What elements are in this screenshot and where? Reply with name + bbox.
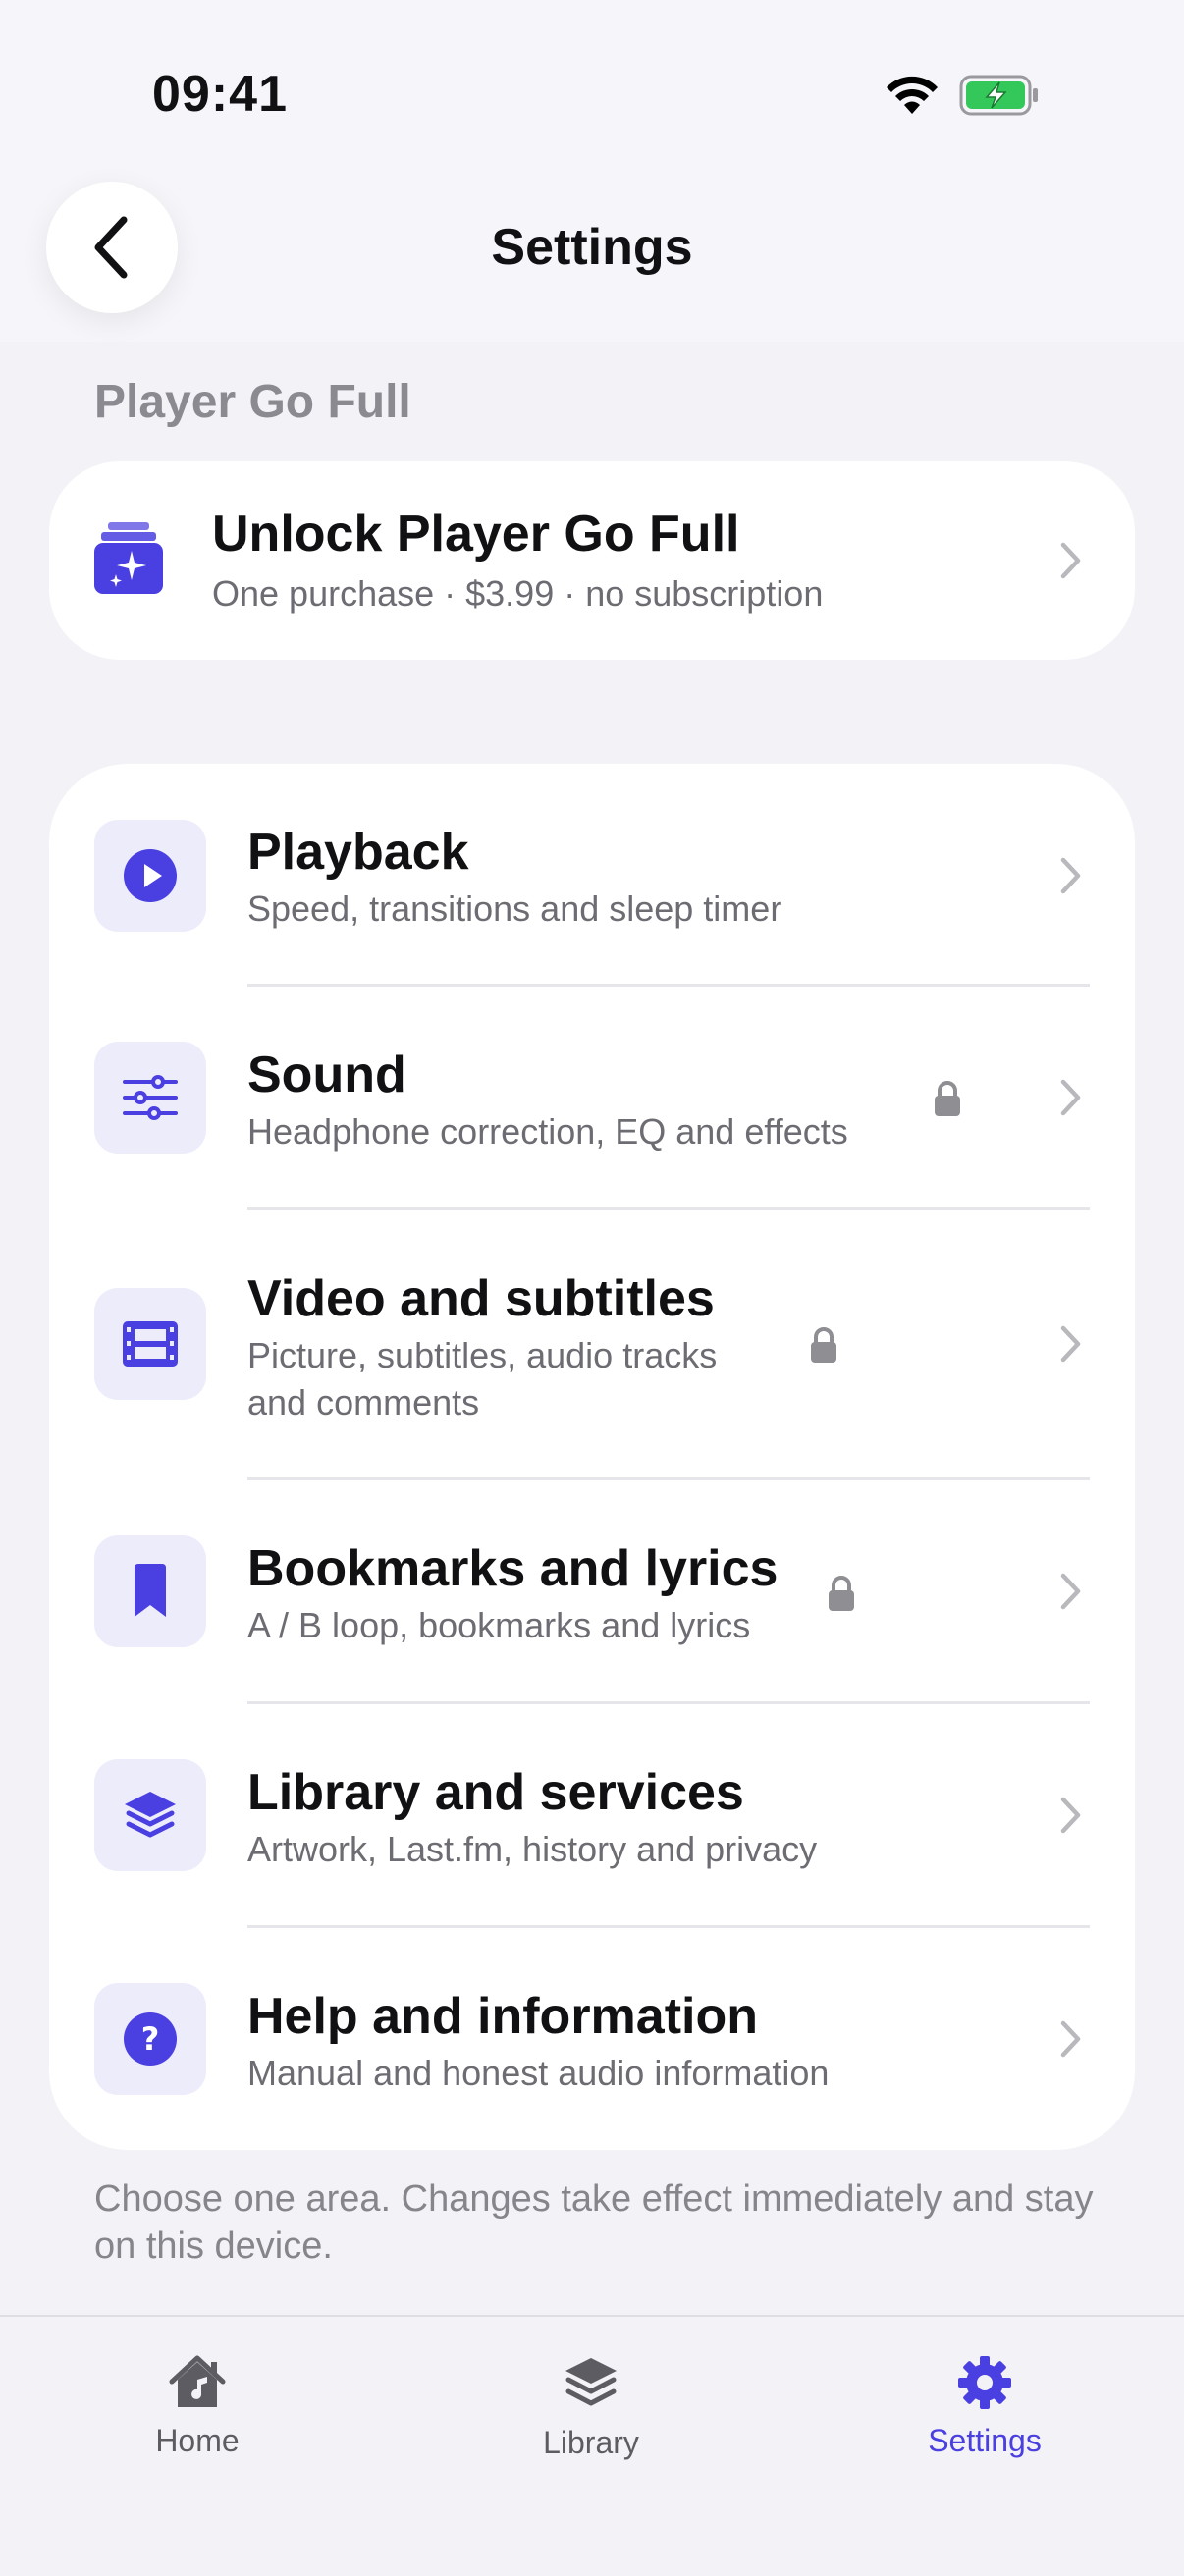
lock-icon xyxy=(829,1576,854,1611)
row-subtitle: Artwork, Last.fm, history and privacy xyxy=(247,1829,818,1869)
tab-label: Library xyxy=(543,2425,639,2460)
row-subtitle: Manual and honest audio information xyxy=(247,2053,830,2093)
settings-footnote: Choose one area. Changes take effect imm… xyxy=(94,2178,1094,2267)
row-title: Bookmarks and lyrics xyxy=(247,1540,779,1597)
row-subtitle: A / B loop, bookmarks and lyrics xyxy=(247,1605,751,1645)
lock-icon xyxy=(811,1327,836,1363)
section-header: Player Go Full xyxy=(94,376,411,428)
svg-text:?: ? xyxy=(141,2020,160,2058)
unlock-title: Unlock Player Go Full xyxy=(212,506,740,563)
settings-row-sound[interactable]: Sound Headphone correction, EQ and effec… xyxy=(49,987,1135,1208)
settings-group: Playback Speed, transitions and sleep ti… xyxy=(49,764,1135,2150)
status-bar: 09:41 xyxy=(0,0,1184,187)
settings-row-library-services[interactable]: Library and services Artwork, Last.fm, h… xyxy=(49,1704,1135,1925)
sliders-icon xyxy=(94,1042,206,1154)
tab-label: Home xyxy=(155,2423,240,2458)
layers-icon xyxy=(444,2354,738,2411)
bookmark-icon xyxy=(94,1535,206,1647)
unlock-subtitle: One purchase · $3.99 · no subscription xyxy=(212,573,824,614)
chevron-right-icon xyxy=(1060,1573,1081,1610)
chevron-right-icon xyxy=(1060,542,1081,579)
chevron-right-icon xyxy=(1060,2020,1081,2058)
battery-charging-icon xyxy=(959,75,1038,116)
settings-row-video-subtitles[interactable]: Video and subtitles Picture, subtitles, … xyxy=(49,1210,1135,1477)
row-subtitle: Headphone correction, EQ and effects xyxy=(247,1111,848,1152)
help-icon: ? xyxy=(94,1983,206,2095)
row-subtitle-line-2: and comments xyxy=(247,1382,480,1422)
row-title: Video and subtitles xyxy=(247,1270,715,1327)
home-icon xyxy=(50,2354,345,2411)
chevron-right-icon xyxy=(1060,1079,1081,1116)
row-title: Sound xyxy=(247,1046,406,1103)
settings-row-bookmarks-lyrics[interactable]: Bookmarks and lyrics A / B loop, bookmar… xyxy=(49,1480,1135,1701)
tab-home[interactable]: Home xyxy=(50,2317,345,2458)
lock-icon xyxy=(935,1081,960,1116)
row-title: Library and services xyxy=(247,1764,744,1821)
tab-settings[interactable]: Settings xyxy=(837,2317,1132,2458)
play-icon xyxy=(94,820,206,932)
tab-library[interactable]: Library xyxy=(444,2317,738,2460)
film-icon xyxy=(94,1288,206,1400)
row-subtitle-line-1: Picture, subtitles, audio tracks xyxy=(247,1335,718,1375)
sparkle-stack-icon xyxy=(94,522,163,594)
row-title: Help and information xyxy=(247,1988,758,2045)
tab-bar: Home Library Settings xyxy=(0,2315,1184,2576)
chevron-right-icon xyxy=(1060,1797,1081,1834)
tab-label: Settings xyxy=(928,2423,1042,2458)
chevron-right-icon xyxy=(1060,1325,1081,1363)
gear-icon xyxy=(837,2354,1132,2411)
chevron-right-icon xyxy=(1060,857,1081,894)
wifi-icon xyxy=(887,76,938,114)
unlock-full-version-row[interactable]: Unlock Player Go Full One purchase · $3.… xyxy=(49,461,1135,660)
row-subtitle: Speed, transitions and sleep timer xyxy=(247,888,782,929)
row-title: Playback xyxy=(247,824,469,881)
status-time: 09:41 xyxy=(152,66,288,123)
settings-row-help-information[interactable]: ? Help and information Manual and honest… xyxy=(49,1928,1135,2150)
page-title: Settings xyxy=(491,219,693,276)
settings-row-playback[interactable]: Playback Speed, transitions and sleep ti… xyxy=(49,764,1135,984)
layers-icon xyxy=(94,1759,206,1871)
